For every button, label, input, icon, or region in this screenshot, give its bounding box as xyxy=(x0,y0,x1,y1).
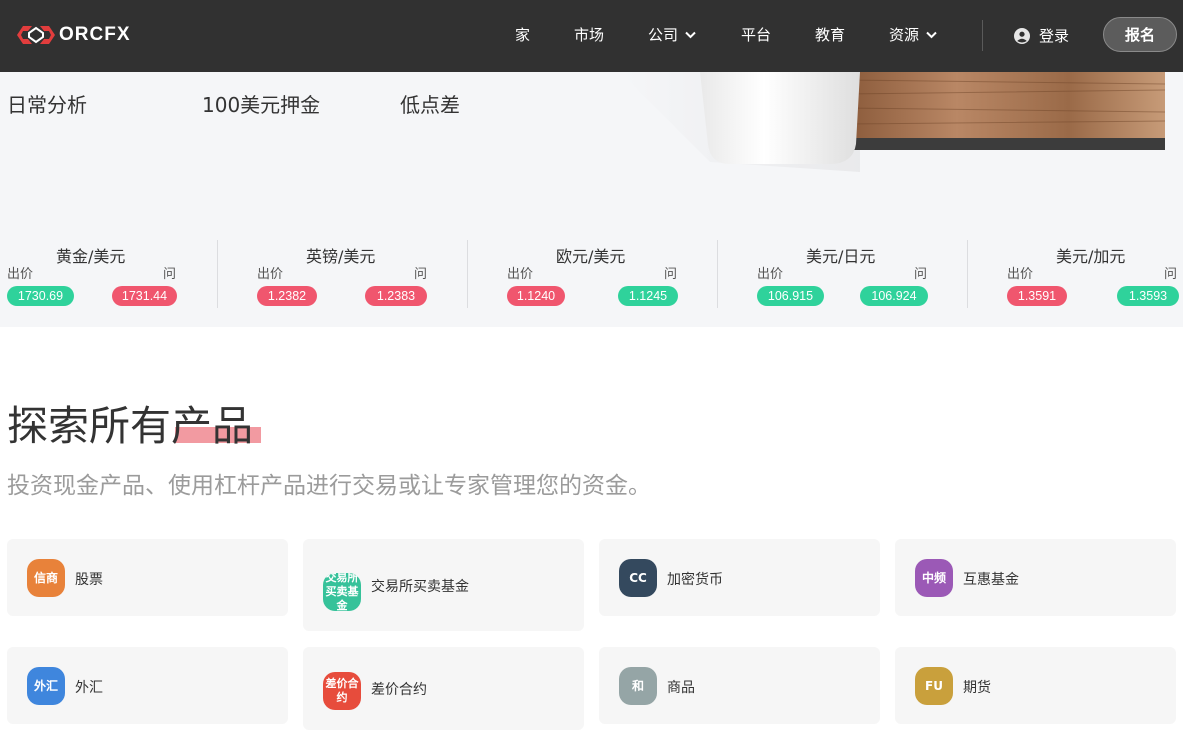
ticker-pair: 欧元/美元 xyxy=(556,247,626,266)
bid-price-badge: 1.2382 xyxy=(257,286,317,306)
bid-label: 出价 xyxy=(757,267,784,282)
nav-item-markets[interactable]: 市场 xyxy=(574,24,604,45)
nav-item-platform[interactable]: 平台 xyxy=(741,24,771,45)
ask-label: 问 xyxy=(163,267,177,282)
product-label: 差价合约 xyxy=(371,682,427,698)
product-card-commodities[interactable]: 和 商品 xyxy=(599,647,880,724)
ask-label: 问 xyxy=(914,267,928,282)
ask-price-badge: 1.1245 xyxy=(618,286,678,306)
product-card-mutual-funds[interactable]: 中频 互惠基金 xyxy=(895,539,1176,616)
login-label: 登录 xyxy=(1039,27,1070,45)
product-label: 互惠基金 xyxy=(963,572,1019,588)
product-label: 外汇 xyxy=(75,680,103,696)
product-label: 期货 xyxy=(963,680,991,696)
bid-price-badge: 1.1240 xyxy=(507,286,565,306)
ask-label: 问 xyxy=(414,267,428,282)
price-ticker[interactable]: 欧元/美元 出价 问 1.1240 1.1245 xyxy=(467,240,717,308)
product-card-etf[interactable]: 交易所买卖基金 交易所买卖基金 xyxy=(303,539,584,631)
price-ticker[interactable]: 英镑/美元 出价 问 1.2382 1.2383 xyxy=(217,240,467,308)
hero-section: 日常分析 100美元押金 低点差 黄金/美元 出价 问 1730.69 1731… xyxy=(0,72,1183,327)
nav-item-education[interactable]: 教育 xyxy=(815,24,845,45)
ask-price-badge: 106.924 xyxy=(860,286,928,306)
bid-label: 出价 xyxy=(257,267,284,282)
product-label: 商品 xyxy=(667,680,695,696)
cfd-icon: 差价合约 xyxy=(323,672,361,710)
bid-label: 出价 xyxy=(1007,267,1034,282)
futures-icon: FU xyxy=(915,667,953,705)
ask-price-badge: 1.2383 xyxy=(365,286,427,306)
hero-feature: 低点差 xyxy=(400,93,460,117)
ticker-pair: 美元/加元 xyxy=(1056,247,1126,266)
nav-item-label: 家 xyxy=(515,26,531,44)
bid-label: 出价 xyxy=(507,267,534,282)
nav-item-resources[interactable]: 资源 xyxy=(889,24,937,45)
nav-item-label: 资源 xyxy=(889,26,920,44)
ask-price-badge: 1731.44 xyxy=(112,286,177,306)
product-label: 股票 xyxy=(75,572,103,588)
section-title: 探索所有产品 xyxy=(7,402,253,450)
ask-price-badge: 1.3593 xyxy=(1117,286,1179,306)
login-link[interactable]: 登录 xyxy=(1014,25,1069,46)
product-card-futures[interactable]: FU 期货 xyxy=(895,647,1176,724)
product-card-crypto[interactable]: CC 加密货币 xyxy=(599,539,880,616)
chevron-down-icon xyxy=(926,31,937,38)
chevron-down-icon xyxy=(685,31,696,38)
nav-divider xyxy=(982,20,983,51)
bid-price-badge: 106.915 xyxy=(757,286,824,306)
hero-image xyxy=(560,72,1183,192)
user-icon xyxy=(1014,27,1030,44)
price-ticker[interactable]: 美元/加元 出价 问 1.3591 1.3593 xyxy=(967,240,1183,308)
commodities-icon: 和 xyxy=(619,667,657,705)
hero-feature: 100美元押金 xyxy=(202,93,321,117)
product-label: 交易所买卖基金 xyxy=(371,579,469,595)
nav-item-label: 教育 xyxy=(815,26,846,44)
mutual-funds-icon: 中频 xyxy=(915,559,953,597)
product-card-cfd[interactable]: 差价合约 差价合约 xyxy=(303,647,584,730)
logo-mark-icon xyxy=(17,26,55,44)
nav-item-company[interactable]: 公司 xyxy=(648,24,696,45)
section-subtitle: 投资现金产品、使用杠杆产品进行交易或让专家管理您的资金。 xyxy=(7,473,651,499)
ticker-pair: 黄金/美元 xyxy=(56,247,126,266)
logo-text: ORCFX xyxy=(59,24,131,45)
nav-item-label: 公司 xyxy=(648,26,679,44)
nav-item-label: 市场 xyxy=(574,26,605,44)
top-navbar: ORCFX 家 市场 公司 平台 教育 资源 登录 报名 xyxy=(0,0,1183,72)
hero-feature: 日常分析 xyxy=(7,93,87,117)
product-card-forex[interactable]: 外汇 外汇 xyxy=(7,647,288,724)
etf-icon: 交易所买卖基金 xyxy=(323,573,361,611)
ask-label: 问 xyxy=(664,267,678,282)
nav-item-home[interactable]: 家 xyxy=(515,24,530,45)
product-label: 加密货币 xyxy=(667,572,723,588)
ask-label: 问 xyxy=(1164,267,1178,282)
bid-label: 出价 xyxy=(7,267,34,282)
stocks-icon: 信商 xyxy=(27,559,65,597)
ticker-pair: 美元/日元 xyxy=(806,247,876,266)
brand-logo[interactable]: ORCFX xyxy=(15,22,131,48)
bid-price-badge: 1.3591 xyxy=(1007,286,1067,306)
bid-price-badge: 1730.69 xyxy=(7,286,74,306)
signup-button[interactable]: 报名 xyxy=(1103,17,1177,52)
product-card-stocks[interactable]: 信商 股票 xyxy=(7,539,288,616)
price-ticker[interactable]: 黄金/美元 出价 问 1730.69 1731.44 xyxy=(0,240,250,308)
ticker-pair: 英镑/美元 xyxy=(306,247,376,266)
nav-item-label: 平台 xyxy=(741,26,772,44)
forex-icon: 外汇 xyxy=(27,667,65,705)
price-ticker[interactable]: 美元/日元 出价 问 106.915 106.924 xyxy=(717,240,967,308)
crypto-icon: CC xyxy=(619,559,657,597)
